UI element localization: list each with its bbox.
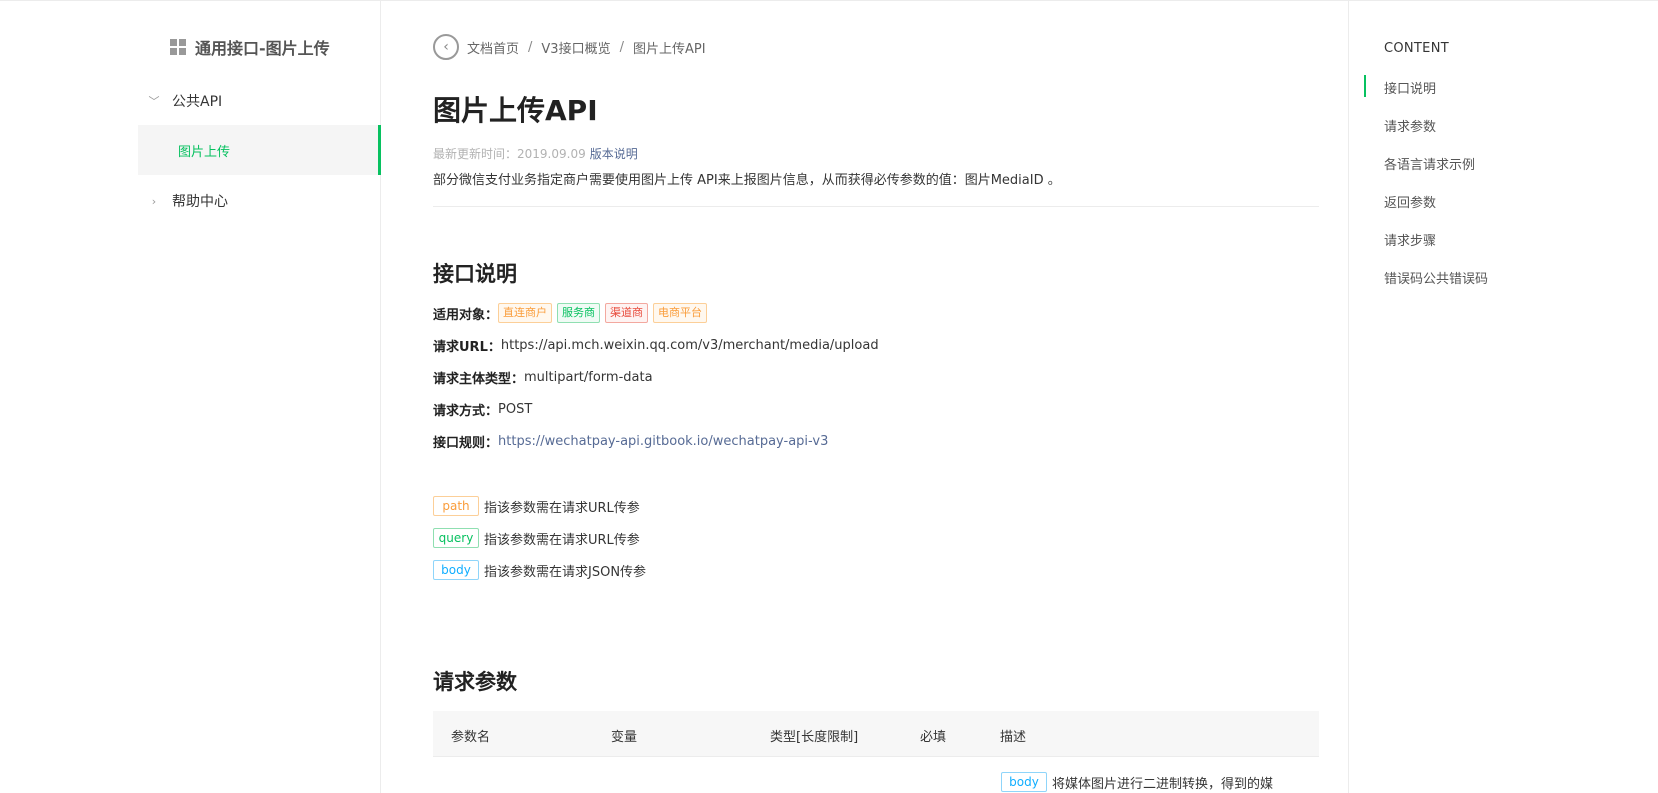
method-label: 请求方式： xyxy=(433,404,499,419)
sidebar-group-label: 公共API xyxy=(172,94,223,110)
divider xyxy=(433,206,1319,207)
sidebar-title-text: 通用接口-图片上传 xyxy=(195,39,330,58)
toc-item-error-codes[interactable]: 错误码公共错误码 xyxy=(1384,268,1488,287)
method-row: 请求方式： POST xyxy=(433,400,532,419)
tag-direct-merchant: 直连商户 xyxy=(498,303,553,323)
legend-text: 指该参数需在请求JSON传参 xyxy=(484,564,647,580)
params-table-header: 参数名 变量 类型[长度限制] 必填 描述 xyxy=(433,711,1319,757)
sidebar-group-label: 帮助中心 xyxy=(172,194,228,210)
breadcrumb-overview[interactable]: V3接口概览 xyxy=(541,38,610,57)
left-sidebar: 通用接口-图片上传 ﹀ 公共API 图片上传 › 帮助中心 xyxy=(0,1,381,793)
rules-link[interactable]: https://wechatpay-api.gitbook.io/wechatp… xyxy=(498,434,828,449)
legend-text: 指该参数需在请求URL传参 xyxy=(484,500,640,516)
sidebar-group-public-api[interactable]: ﹀ 公共API xyxy=(148,91,223,111)
breadcrumb-separator: / xyxy=(528,39,533,55)
updated-text: 最新更新时间：2019.09.09 xyxy=(433,147,586,161)
legend-body: body 指该参数需在请求JSON传参 xyxy=(433,560,646,580)
toc-item-steps[interactable]: 请求步骤 xyxy=(1384,230,1436,249)
sidebar-item-image-upload[interactable]: 图片上传 xyxy=(138,125,381,175)
url-value: https://api.mch.weixin.qq.com/v3/merchan… xyxy=(500,338,879,353)
content-type-label: 请求主体类型： xyxy=(433,372,525,387)
tag-channel: 渠道商 xyxy=(605,303,649,323)
content-type-value: multipart/form-data xyxy=(524,370,653,385)
table-row: body 将媒体图片进行二进制转换，得到的媒 xyxy=(1001,772,1273,792)
sidebar-title: 通用接口-图片上传 xyxy=(170,35,330,59)
legend-path: path 指该参数需在请求URL传参 xyxy=(433,496,640,516)
url-label: 请求URL： xyxy=(433,340,501,355)
toc-active-indicator xyxy=(1364,75,1366,97)
sidebar-group-help-center[interactable]: › 帮助中心 xyxy=(148,191,228,211)
body-tag: body xyxy=(1001,772,1047,792)
toc-item-request-params[interactable]: 请求参数 xyxy=(1384,116,1436,135)
back-arrow-icon[interactable]: ‹ xyxy=(433,34,459,60)
method-value: POST xyxy=(498,402,533,417)
section-title-request-params: 请求参数 xyxy=(433,670,517,694)
grid-icon xyxy=(170,39,186,55)
breadcrumb: ‹ 文档首页 / V3接口概览 / 图片上传API xyxy=(433,34,706,60)
url-row: 请求URL： https://api.mch.weixin.qq.com/v3/… xyxy=(433,336,879,355)
toc-item-examples[interactable]: 各语言请求示例 xyxy=(1384,154,1475,173)
query-tag: query xyxy=(433,528,479,548)
sidebar-item-label: 图片上传 xyxy=(178,145,231,160)
col-description: 描述 xyxy=(1000,730,1027,745)
applies-label: 适用对象： xyxy=(433,307,499,323)
col-type: 类型[长度限制] xyxy=(770,730,859,745)
intro-text: 部分微信支付业务指定商户需要使用图片上传 API来上报图片信息，从而获得必传参数… xyxy=(433,173,1061,188)
applies-row: 适用对象： 直连商户 服务商 渠道商 电商平台 xyxy=(433,303,712,323)
legend-text: 指该参数需在请求URL传参 xyxy=(484,532,640,548)
toc-item-interface[interactable]: 接口说明 xyxy=(1384,78,1436,97)
section-title-interface: 接口说明 xyxy=(433,262,517,286)
body-tag: body xyxy=(433,560,479,580)
toc-title: CONTENT xyxy=(1384,41,1449,56)
updated-time: 最新更新时间：2019.09.09 版本说明 xyxy=(433,145,638,162)
chevron-down-icon: ﹀ xyxy=(148,95,160,108)
toc-item-return-params[interactable]: 返回参数 xyxy=(1384,192,1436,211)
col-param-name: 参数名 xyxy=(451,730,491,745)
legend-query: query 指该参数需在请求URL传参 xyxy=(433,528,640,548)
tag-service-provider: 服务商 xyxy=(557,303,601,323)
col-variable: 变量 xyxy=(611,730,638,745)
breadcrumb-current: 图片上传API xyxy=(632,41,706,57)
col-required: 必填 xyxy=(920,730,947,745)
breadcrumb-home[interactable]: 文档首页 xyxy=(467,38,519,57)
content-type-row: 请求主体类型： multipart/form-data xyxy=(433,368,653,387)
rules-label: 接口规则： xyxy=(433,436,499,451)
main-content: ‹ 文档首页 / V3接口概览 / 图片上传API 图片上传API 最新更新时间… xyxy=(433,1,1319,793)
chevron-right-icon: › xyxy=(151,194,157,208)
page-title: 图片上传API xyxy=(433,94,598,127)
path-tag: path xyxy=(433,496,479,516)
version-notes-link[interactable]: 版本说明 xyxy=(590,147,638,161)
table-of-contents: CONTENT 接口说明 请求参数 各语言请求示例 返回参数 请求步骤 错误码公… xyxy=(1348,1,1658,793)
row-description: 将媒体图片进行二进制转换，得到的媒 xyxy=(1052,776,1274,792)
breadcrumb-separator: / xyxy=(619,39,624,55)
rules-row: 接口规则： https://wechatpay-api.gitbook.io/w… xyxy=(433,432,828,451)
tag-ecommerce: 电商平台 xyxy=(653,303,708,323)
